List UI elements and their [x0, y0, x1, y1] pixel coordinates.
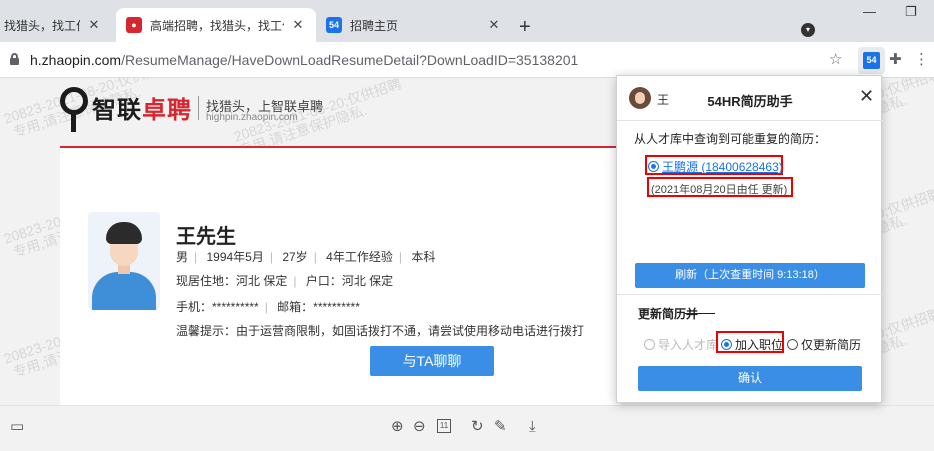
- candidate-basics: 男 | 1994年5月 | 27岁 | 4年工作经验 | 本科: [176, 250, 436, 264]
- logo-part1: 智联: [92, 97, 142, 124]
- address-bar[interactable]: h.zhaopin.com/ResumeManage/HaveDownLoadR…: [30, 52, 578, 68]
- bookmark-star-icon[interactable]: ☆: [829, 51, 842, 69]
- education: 本科: [411, 250, 436, 264]
- sidebar-toggle-icon[interactable]: ▭: [10, 418, 24, 436]
- residence: 现居住地：河北 保定: [176, 274, 288, 288]
- address-toolbar: h.zhaopin.com/ResumeManage/HaveDownLoadR…: [0, 42, 934, 78]
- close-icon[interactable]: ✕: [859, 86, 874, 107]
- extensions-puzzle-icon[interactable]: ✚: [889, 51, 902, 69]
- url-host: h.zhaopin.com: [30, 52, 122, 68]
- rotate-icon[interactable]: ↻: [471, 418, 484, 436]
- ext54-favicon-icon: 54: [326, 17, 342, 33]
- phone: 手机：**********: [176, 300, 259, 314]
- lock-icon[interactable]: [10, 53, 19, 65]
- gender: 男: [176, 250, 189, 264]
- match-text: 王鹏源 (18400628463): [662, 160, 783, 174]
- menu-kebab-icon[interactable]: ⋮: [914, 51, 929, 69]
- logo-part2: 卓聘: [142, 97, 192, 124]
- call-tip: 温馨提示：由于运营商限制，如固话拨打不通，请尝试使用移动电话进行拨打: [176, 324, 585, 338]
- tab-title: 高端招聘，找猎头，找工作-智联: [150, 18, 284, 33]
- tab-title: 招聘主页: [350, 18, 399, 33]
- zhilian-logo-tail: [71, 110, 76, 132]
- birth: 1994年5月: [206, 250, 264, 264]
- resume-card: 王先生 男 | 1994年5月 | 27岁 | 4年工作经验 | 本科 现居住地：河北 …: [60, 148, 620, 405]
- minimize-button[interactable]: —: [863, 4, 876, 19]
- annotate-pen-icon[interactable]: ✎: [494, 418, 507, 436]
- radio-disabled-icon[interactable]: [644, 339, 655, 350]
- logo-divider: [198, 96, 199, 120]
- duplicate-match-link[interactable]: 王鹏源 (18400628463): [648, 158, 783, 175]
- restore-button[interactable]: ❐: [905, 4, 917, 20]
- tab-recruit-home[interactable]: 54 招聘主页 ✕: [316, 8, 512, 42]
- option-add-to-position[interactable]: 加入职位: [721, 336, 783, 353]
- brand-logo-text: 智联卓聘: [92, 90, 192, 125]
- candidate-contact: 手机：********** | 邮箱：**********: [176, 300, 360, 314]
- pdf-toolbar: ▭ ⊕ ⊖ 11 ↻ ✎ ⤓: [0, 405, 934, 451]
- update-label-rule: [685, 313, 715, 314]
- zoom-in-icon[interactable]: ⊕: [391, 418, 404, 436]
- hr-assistant-popup: 王 54HR简历助手 ✕ 从人才库中查询到可能重复的简历： 王鹏源 (18400…: [616, 75, 883, 403]
- radio-selected-icon[interactable]: [721, 339, 732, 350]
- refresh-button[interactable]: 刷新（上次查重时间 9:13:18）: [635, 263, 865, 288]
- divider: [617, 294, 883, 295]
- hukou: 户口：河北 保定: [305, 274, 394, 288]
- close-icon[interactable]: ✕: [290, 17, 306, 33]
- zhaopin-favicon-icon: ●: [126, 17, 142, 33]
- age: 27岁: [282, 250, 308, 264]
- close-icon[interactable]: ✕: [86, 17, 102, 33]
- candidate-name: 王先生: [176, 226, 236, 248]
- zoom-out-icon[interactable]: ⊖: [413, 418, 426, 436]
- ext54-extension-icon[interactable]: 54: [863, 52, 880, 69]
- tab-search-icon[interactable]: ▾: [801, 23, 815, 37]
- fit-page-icon[interactable]: 11: [437, 419, 451, 433]
- brand-site: highpin.zhaopin.com: [206, 112, 298, 123]
- option-update-only[interactable]: 仅更新简历: [787, 336, 861, 353]
- experience: 4年工作经验: [326, 250, 393, 264]
- duplicate-label: 从人才库中查询到可能重复的简历：: [634, 132, 827, 146]
- candidate-location: 现居住地：河北 保定 | 户口：河北 保定: [176, 274, 394, 288]
- tab-zhaopin-active[interactable]: ● 高端招聘，找猎头，找工作-智联 ✕: [116, 8, 316, 42]
- tab-title: 找猎头，找工作-智联: [4, 18, 80, 33]
- radio-selected-icon[interactable]: [648, 161, 659, 172]
- download-icon[interactable]: ⤓: [529, 418, 536, 436]
- chat-button[interactable]: 与TA聊聊: [370, 346, 494, 376]
- avatar: [88, 212, 160, 310]
- url-path: /ResumeManage/HaveDownLoadResumeDetail?D…: [121, 52, 579, 68]
- email: 邮箱：**********: [277, 300, 360, 314]
- match-update-info: (2021年08月20日由任 更新): [651, 184, 788, 196]
- radio-unselected-icon[interactable]: [787, 339, 798, 350]
- popup-title: 54HR简历助手: [707, 94, 793, 109]
- tab-zhaopin-1[interactable]: 找猎头，找工作-智联 ✕: [0, 8, 112, 42]
- tab-strip: 找猎头，找工作-智联 ✕ ● 高端招聘，找猎头，找工作-智联 ✕ 54 招聘主页…: [0, 0, 934, 42]
- option-import-talent-pool[interactable]: 导入人才库: [644, 336, 718, 353]
- confirm-button[interactable]: 确认: [638, 366, 862, 391]
- close-icon[interactable]: ✕: [486, 17, 502, 33]
- new-tab-button[interactable]: +: [519, 17, 531, 37]
- divider: [617, 120, 883, 121]
